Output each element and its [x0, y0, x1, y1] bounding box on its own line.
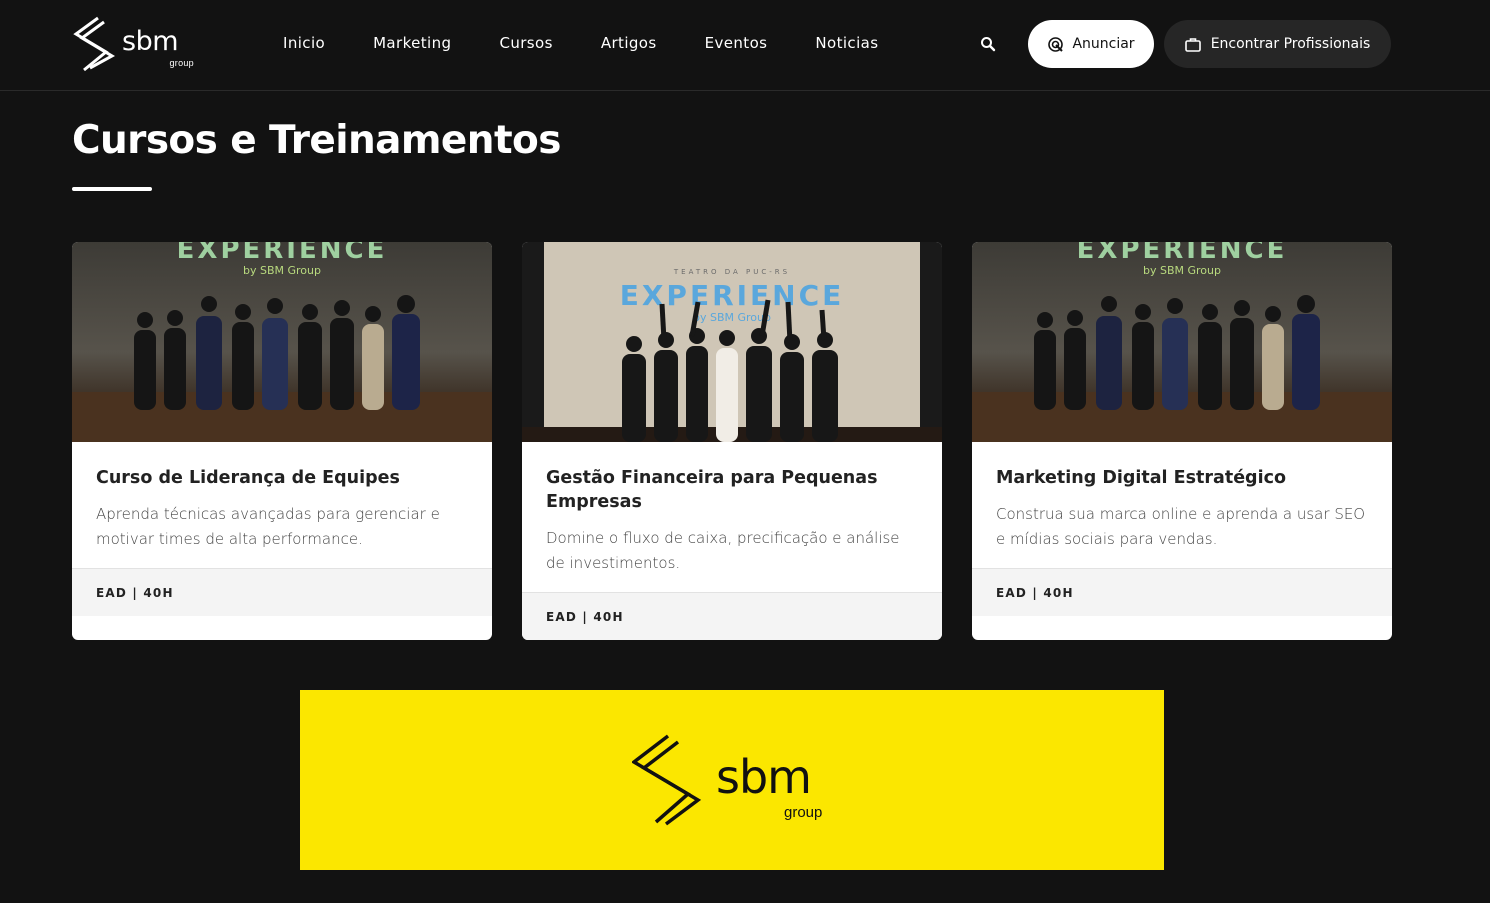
image-text-sub: by SBM Group: [1143, 264, 1221, 277]
nav-item-artigos[interactable]: Artigos: [577, 30, 681, 58]
course-card-image: TEATRO DA PUC-RS EXPERIENCE by SBM Group: [522, 242, 942, 442]
nav-item-eventos[interactable]: Eventos: [681, 30, 792, 58]
course-card-description: Aprenda técnicas avançadas para gerencia…: [96, 505, 440, 548]
course-card[interactable]: EXPERIENCE by SBM Group Curso de Lideran…: [72, 242, 492, 640]
briefcase-icon: [1184, 37, 1201, 52]
image-text-main: EXPERIENCE: [620, 279, 845, 312]
banner-logo-word: sbm: [716, 750, 812, 804]
search-button[interactable]: [978, 34, 998, 54]
course-card-description: Construa sua marca online e aprenda a us…: [996, 505, 1366, 548]
nav-item-cursos[interactable]: Cursos: [475, 30, 576, 58]
course-card-description: Domine o fluxo de caixa, precificação e …: [546, 529, 900, 572]
course-card-title[interactable]: Marketing Digital Estratégico: [996, 466, 1368, 490]
course-card[interactable]: EXPERIENCE by SBM Group Marketing Digita…: [972, 242, 1392, 640]
title-underline: [72, 187, 152, 191]
anunciar-button[interactable]: Anunciar: [1028, 20, 1154, 68]
image-text-top: TEATRO DA PUC-RS: [673, 268, 790, 276]
sbm-banner[interactable]: sbm group: [300, 690, 1164, 870]
encontrar-profissionais-button[interactable]: Encontrar Profissionais: [1164, 20, 1391, 68]
main-nav: Inicio Marketing Cursos Artigos Eventos …: [259, 30, 902, 58]
course-card[interactable]: TEATRO DA PUC-RS EXPERIENCE by SBM Group…: [522, 242, 942, 640]
sbm-logo[interactable]: sbm group: [72, 16, 196, 72]
image-text-main: EXPERIENCE: [177, 242, 388, 265]
course-card-meta: EAD | 40H: [72, 568, 492, 616]
page-title: Cursos e Treinamentos: [72, 118, 561, 163]
encontrar-label: Encontrar Profissionais: [1210, 36, 1371, 52]
target-click-icon: [1048, 36, 1064, 52]
logo-sub: group: [169, 58, 194, 68]
search-icon: [981, 37, 996, 52]
course-card-image: EXPERIENCE by SBM Group: [72, 242, 492, 442]
course-card-title[interactable]: Curso de Liderança de Equipes: [96, 466, 468, 490]
course-card-meta: EAD | 40H: [522, 592, 942, 640]
image-text-sub: by SBM Group: [243, 264, 321, 277]
sbm-logo-mark-icon: [630, 734, 702, 826]
anunciar-label: Anunciar: [1072, 36, 1135, 52]
image-text-sub: by SBM Group: [693, 311, 771, 324]
course-card-image: EXPERIENCE by SBM Group: [972, 242, 1392, 442]
course-card-title[interactable]: Gestão Financeira para Pequenas Empresas: [546, 466, 918, 514]
banner-logo: sbm group: [630, 732, 836, 828]
nav-item-noticias[interactable]: Noticias: [791, 30, 902, 58]
logo-word: sbm: [122, 26, 179, 57]
nav-item-inicio[interactable]: Inicio: [259, 30, 349, 58]
image-text-main: EXPERIENCE: [1077, 242, 1288, 265]
course-card-meta: EAD | 40H: [972, 568, 1392, 616]
sbm-logo-mark-icon: [73, 16, 116, 72]
site-header: sbm group Inicio Marketing Cursos Artigo…: [0, 0, 1490, 91]
nav-item-marketing[interactable]: Marketing: [349, 30, 475, 58]
banner-logo-sub: group: [784, 804, 823, 821]
